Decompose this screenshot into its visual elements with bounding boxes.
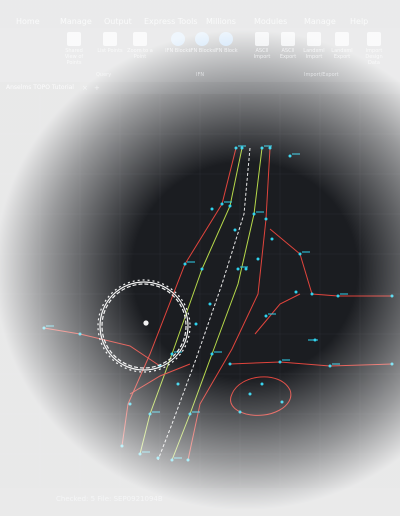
- ribbon-group-label: Query: [96, 72, 112, 78]
- ribbon: Shared View of Points List Points Zoom t…: [0, 28, 400, 83]
- new-tab-icon[interactable]: +: [94, 82, 100, 94]
- road-edge-red: [269, 228, 392, 297]
- ribbon-button-label: Landxml Export: [331, 48, 353, 60]
- road-edge-red: [254, 293, 301, 335]
- menu-tab[interactable]: Millions: [206, 17, 236, 26]
- ribbon-button-label: ASCII Import: [253, 48, 271, 60]
- ascii-export-button[interactable]: ASCII Export: [274, 32, 302, 60]
- grid: [0, 94, 400, 486]
- menu-bar: Home Manage Output Express Tools Million…: [0, 0, 400, 28]
- share-points-icon: [67, 32, 81, 46]
- landxml-import-button[interactable]: Landxml Import: [300, 32, 328, 60]
- landxml-export-button[interactable]: Landxml Export: [328, 32, 356, 60]
- zoom-point-icon: [133, 32, 147, 46]
- ribbon-button-label: IFN Block: [214, 48, 238, 54]
- zoom-point-button[interactable]: Zoom to a Point: [126, 32, 154, 60]
- ribbon-group-label: Import/Export: [304, 72, 339, 78]
- road-edge-red: [43, 327, 161, 367]
- ribbon-button-label: Import Design Data: [365, 48, 383, 66]
- share-points-button[interactable]: Shared View of Points: [60, 32, 88, 66]
- import-design-icon: [367, 32, 381, 46]
- list-points-button[interactable]: List Points: [96, 32, 124, 54]
- drawing-canvas[interactable]: [0, 94, 400, 486]
- road-edge-green: [171, 147, 263, 461]
- road-edge-red: [229, 361, 393, 367]
- ascii-import-icon: [255, 32, 269, 46]
- ifn-blocks-icon: [195, 32, 209, 46]
- ifn-block-icon: [219, 32, 233, 46]
- ribbon-button-label: Shared View of Points: [64, 48, 84, 66]
- document-tab-bar: Anselms TOPO Tutorial × +: [0, 82, 400, 94]
- ribbon-group-label: IFN: [196, 72, 205, 78]
- ribbon-button-label: ASCII Export: [279, 48, 297, 60]
- ribbon-button-label: List Points: [97, 48, 123, 54]
- ifn-block-button[interactable]: IFN Block: [212, 32, 240, 54]
- menu-tab[interactable]: Manage: [60, 17, 92, 26]
- road-edge-green: [139, 147, 243, 455]
- ribbon-button-label: Zoom to a Point: [127, 48, 153, 60]
- road-edge-red: [187, 147, 271, 461]
- menu-tab[interactable]: Output: [104, 17, 132, 26]
- menu-tab[interactable]: Manage: [304, 17, 336, 26]
- point-label-marks: [46, 145, 348, 459]
- drawing-viewport[interactable]: [0, 94, 400, 486]
- roundabout-outline: [230, 376, 292, 416]
- document-tab[interactable]: Anselms TOPO Tutorial: [0, 82, 80, 94]
- close-tab-icon[interactable]: ×: [82, 82, 88, 94]
- list-points-icon: [103, 32, 117, 46]
- ascii-export-icon: [281, 32, 295, 46]
- ascii-import-button[interactable]: ASCII Import: [248, 32, 276, 60]
- menu-tab[interactable]: Help: [350, 17, 368, 26]
- ribbon-button-label: Landxml Import: [303, 48, 325, 60]
- ifn-blocks-icon: [171, 32, 185, 46]
- status-bar: Checked: 5 File: SEP0921094B: [0, 488, 400, 516]
- import-design-button[interactable]: Import Design Data: [360, 32, 388, 66]
- menu-tab[interactable]: Modules: [254, 17, 287, 26]
- road-edge-lines: [43, 147, 393, 461]
- menu-tab[interactable]: Home: [16, 17, 40, 26]
- status-text: Checked: 5 File: SEP0921094B: [56, 495, 163, 503]
- menu-tab[interactable]: Express Tools: [144, 17, 198, 26]
- landxml-import-icon: [307, 32, 321, 46]
- landxml-export-icon: [335, 32, 349, 46]
- centerline: [157, 147, 251, 461]
